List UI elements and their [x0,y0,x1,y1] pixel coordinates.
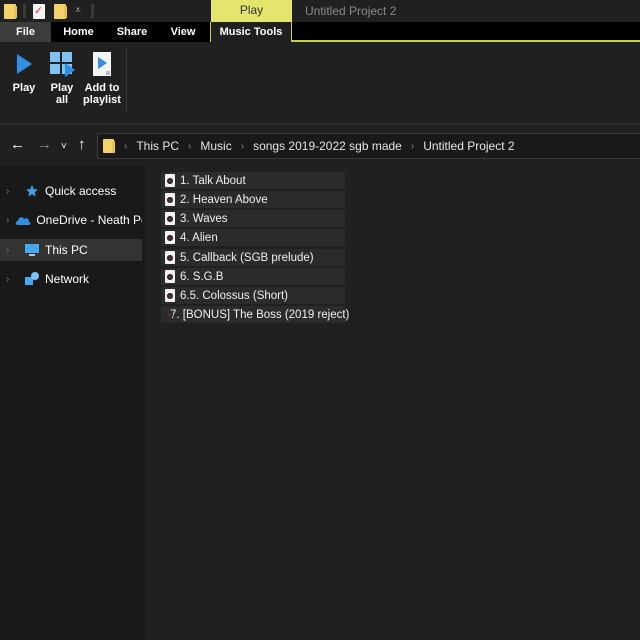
file-item[interactable]: 7. [BONUS] The Boss (2019 reject) [161,306,349,323]
audio-file-icon [165,231,175,244]
file-item[interactable]: 5. Callback (SGB prelude) [161,249,345,266]
play-button-label: Play [12,82,36,94]
quick-access-toolbar: ⩡ [0,0,101,22]
up-button[interactable]: ↑ [78,137,86,153]
breadcrumb-current-folder[interactable]: Untitled Project 2 [423,139,514,153]
play-all-button[interactable]: Play all [46,50,78,106]
ribbon-group-separator [126,48,127,112]
sidebar-item-label: Network [45,272,90,286]
file-item[interactable]: 1. Talk About [161,172,345,189]
file-name: 6.5. Colossus (Short) [180,289,289,302]
back-button[interactable]: ← [10,137,25,153]
breadcrumb-music[interactable]: Music [200,139,231,153]
sidebar-item-label: Quick access [45,184,117,198]
play-icon [8,50,40,78]
breadcrumb-separator[interactable]: › [188,141,191,152]
play-all-label-line2: all [55,94,69,106]
qat-separator [91,4,94,18]
tab-home[interactable]: Home [51,22,106,42]
expand-chevron-icon[interactable]: › [6,245,18,256]
window-title: Untitled Project 2 [305,4,397,18]
tab-view[interactable]: View [158,22,208,42]
title-bar: ⩡ Play Untitled Project 2 [0,0,640,22]
file-item[interactable]: 4. Alien [161,229,345,246]
expand-chevron-icon[interactable]: › [6,215,9,226]
audio-file-icon [165,174,175,187]
file-name: 5. Callback (SGB prelude) [180,251,314,264]
audio-file-icon [165,251,175,264]
ribbon-body: Play Play all Add to playlist [0,42,640,124]
audio-file-icon [165,270,175,283]
forward-button[interactable]: → [37,137,52,153]
audio-file-icon [165,212,175,225]
file-item[interactable]: 6.5. Colossus (Short) [161,287,345,304]
expand-chevron-icon[interactable]: › [6,186,18,197]
monitor-icon [24,242,40,258]
play-all-label-line1: Play [50,82,74,94]
folder-icon [103,139,115,153]
sidebar-item-quick-access[interactable]: › Quick access [0,180,142,202]
file-name: 1. Talk About [180,174,246,187]
customize-dropdown-icon[interactable]: ⩡ [72,6,84,16]
sidebar-item-onedrive[interactable]: › OneDrive - Neath Por [0,209,142,231]
cloud-icon [15,212,31,228]
context-tab-play: Play [211,0,292,22]
sidebar-item-label: OneDrive - Neath Por [36,213,142,227]
play-all-icon [46,50,78,78]
file-item[interactable]: 3. Waves [161,210,345,227]
file-name: 2. Heaven Above [180,193,268,206]
audio-file-icon [165,193,175,206]
tab-file[interactable]: File [0,22,51,42]
add-to-playlist-label-line1: Add to [84,82,120,94]
add-to-playlist-button[interactable]: Add to playlist [82,50,122,106]
folder-icon [4,3,17,19]
file-list: 1. Talk About 2. Heaven Above 3. Waves 4… [145,166,640,640]
file-item[interactable]: 6. S.G.B [161,268,345,285]
file-item[interactable]: 2. Heaven Above [161,191,345,208]
file-name: 6. S.G.B [180,270,224,283]
recent-locations-dropdown[interactable]: ˅ [61,139,67,155]
breadcrumb-this-pc[interactable]: This PC [136,139,179,153]
tab-music-tools[interactable]: Music Tools [210,22,292,42]
sidebar-item-network[interactable]: › Network [0,268,142,290]
tab-share[interactable]: Share [106,22,158,42]
new-folder-icon[interactable] [54,3,67,19]
ribbon-tabs: File Home Share View Music Tools [0,22,640,42]
qat-separator [23,4,26,18]
file-name: 4. Alien [180,231,218,244]
audio-file-icon [165,289,175,302]
breadcrumb-separator[interactable]: › [411,141,414,152]
expand-chevron-icon[interactable]: › [6,274,18,285]
star-icon [24,183,40,199]
file-name: 3. Waves [180,212,228,225]
breadcrumb-songs-folder[interactable]: songs 2019-2022 sgb made [253,139,402,153]
navigation-bar: ← → ˅ ↑ › This PC › Music › songs 2019-2… [0,124,640,166]
add-to-playlist-icon [82,50,122,78]
play-button[interactable]: Play [8,50,40,94]
sidebar-item-this-pc[interactable]: › This PC [0,239,142,261]
sidebar-item-label: This PC [45,243,88,257]
network-icon [24,271,40,287]
navigation-pane: › Quick access › OneDrive - Neath Por › … [0,166,145,640]
breadcrumb-separator[interactable]: › [124,141,127,152]
file-name: 7. [BONUS] The Boss (2019 reject) [170,308,350,321]
address-bar[interactable]: › This PC › Music › songs 2019-2022 sgb … [97,133,640,159]
properties-check-icon[interactable] [33,3,45,19]
add-to-playlist-label-line2: playlist [83,94,121,106]
breadcrumb-separator[interactable]: › [241,141,244,152]
